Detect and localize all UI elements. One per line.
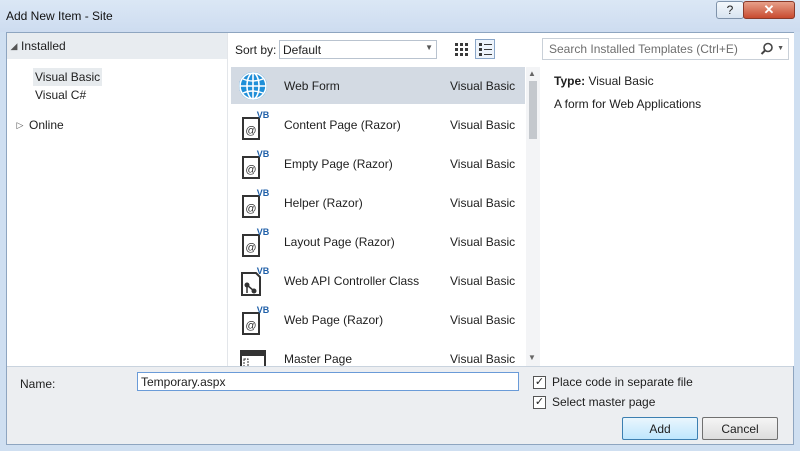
type-label: Type: bbox=[554, 74, 586, 88]
sort-by-label: Sort by: bbox=[235, 43, 277, 57]
dialog-body: ◢ Installed Visual Basic Visual C# ▷ Onl… bbox=[6, 32, 794, 445]
sort-by-value: Default bbox=[283, 42, 322, 57]
svg-text:VB: VB bbox=[257, 305, 269, 315]
name-field[interactable] bbox=[137, 372, 519, 391]
expanded-arrow-icon: ◢ bbox=[10, 40, 18, 51]
template-name: Web Page (Razor) bbox=[284, 313, 384, 327]
template-language: Visual Basic bbox=[450, 157, 516, 171]
scrollbar-thumb[interactable] bbox=[529, 81, 537, 139]
tree-item-visual-csharp[interactable]: Visual C# bbox=[33, 86, 88, 104]
tree-item-label: Visual C# bbox=[35, 88, 87, 102]
svg-text:VB: VB bbox=[257, 188, 269, 198]
vb-razor-page-icon: @ VB bbox=[242, 149, 269, 179]
template-language: Visual Basic bbox=[450, 118, 516, 132]
svg-text:@: @ bbox=[245, 242, 256, 254]
template-list-scrollbar[interactable]: ▲ ▼ bbox=[526, 67, 540, 366]
list-view-icon bbox=[478, 42, 492, 56]
collapsed-arrow-icon: ▷ bbox=[16, 119, 24, 130]
help-icon: ? bbox=[726, 3, 734, 17]
window-title: Add New Item - Site bbox=[6, 9, 113, 23]
help-button[interactable]: ? bbox=[716, 1, 744, 19]
dialog-footer: Name: ✓ Place code in separate file ✓ Se… bbox=[7, 366, 793, 444]
vb-razor-page-icon: @ VB bbox=[242, 227, 269, 257]
place-code-separate-option[interactable]: ✓ Place code in separate file bbox=[533, 375, 693, 389]
tree-item-label: Online bbox=[29, 118, 64, 132]
search-icon[interactable] bbox=[760, 42, 774, 56]
sort-by-select[interactable]: Default ▼ bbox=[279, 40, 437, 59]
scroll-down-arrow-icon[interactable]: ▼ bbox=[528, 353, 536, 362]
name-label: Name: bbox=[20, 377, 56, 391]
tree-item-online[interactable]: ▷ Online bbox=[13, 116, 64, 134]
template-name: Web API Controller Class bbox=[284, 274, 420, 288]
template-language: Visual Basic bbox=[450, 79, 516, 93]
place-code-separate-checkbox[interactable]: ✓ bbox=[533, 375, 546, 389]
add-button[interactable]: Add bbox=[622, 417, 698, 440]
template-name: Layout Page (Razor) bbox=[284, 235, 395, 249]
tree-item-visual-basic[interactable]: Visual Basic bbox=[33, 68, 103, 86]
template-item-helper-razor[interactable]: @ VB Helper (Razor) Visual Basic bbox=[231, 184, 525, 221]
template-item-empty-page-razor[interactable]: @ VB Empty Page (Razor) Visual Basic bbox=[231, 145, 525, 182]
list-toolbar: Sort by: Default ▼ bbox=[229, 33, 540, 65]
vb-controller-class-icon: VB bbox=[241, 266, 269, 296]
template-name: Helper (Razor) bbox=[284, 196, 363, 210]
select-master-page-option[interactable]: ✓ Select master page bbox=[533, 395, 655, 409]
template-list: Web Form Visual Basic @ VB Content Page … bbox=[231, 67, 525, 366]
template-list-pane: Sort by: Default ▼ Web Form Visual Basic… bbox=[229, 33, 540, 366]
template-language: Visual Basic bbox=[450, 313, 516, 327]
tree-item-label: Installed bbox=[21, 39, 66, 53]
svg-text:@: @ bbox=[245, 203, 256, 215]
template-item-web-api-controller-class[interactable]: VB Web API Controller Class Visual Basic bbox=[231, 262, 525, 299]
template-language: Visual Basic bbox=[450, 196, 516, 210]
medium-icons-view-button[interactable] bbox=[451, 39, 471, 59]
template-item-web-page-razor[interactable]: @ VB Web Page (Razor) Visual Basic bbox=[231, 301, 525, 338]
dropdown-caret-icon: ▼ bbox=[425, 43, 433, 52]
title-bar: Add New Item - Site ? ✕ bbox=[0, 0, 800, 32]
template-language: Visual Basic bbox=[450, 235, 516, 249]
search-input[interactable] bbox=[547, 41, 757, 57]
template-name: Empty Page (Razor) bbox=[284, 157, 393, 171]
close-icon: ✕ bbox=[763, 2, 775, 17]
template-item-content-page-razor[interactable]: @ VB Content Page (Razor) Visual Basic bbox=[231, 106, 525, 143]
template-description: A form for Web Applications bbox=[554, 97, 702, 111]
grid-view-icon bbox=[454, 42, 468, 56]
vb-razor-page-icon: @ VB bbox=[242, 188, 269, 218]
template-category-tree: ◢ Installed Visual Basic Visual C# ▷ Onl… bbox=[7, 33, 228, 366]
template-item-web-form[interactable]: Web Form Visual Basic bbox=[231, 67, 525, 104]
template-name: Content Page (Razor) bbox=[284, 118, 401, 132]
template-language: Visual Basic bbox=[450, 352, 516, 366]
svg-text:@: @ bbox=[245, 164, 256, 176]
checkbox-label: Select master page bbox=[552, 395, 656, 409]
template-search-box[interactable]: ▼ bbox=[542, 38, 789, 60]
template-item-master-page[interactable]: Master Page Visual Basic bbox=[231, 340, 525, 366]
svg-text:VB: VB bbox=[257, 227, 269, 237]
checkbox-label: Place code in separate file bbox=[552, 375, 693, 389]
svg-text:@: @ bbox=[245, 125, 256, 137]
vb-razor-page-icon: @ VB bbox=[242, 305, 269, 335]
close-button[interactable]: ✕ bbox=[743, 1, 795, 19]
template-language: Visual Basic bbox=[450, 274, 516, 288]
cancel-button[interactable]: Cancel bbox=[702, 417, 778, 440]
tree-item-installed[interactable]: ◢ Installed bbox=[7, 33, 227, 59]
tree-item-label: Visual Basic bbox=[35, 70, 101, 84]
select-master-page-checkbox[interactable]: ✓ bbox=[533, 395, 546, 409]
master-page-icon bbox=[240, 350, 266, 366]
template-item-layout-page-razor[interactable]: @ VB Layout Page (Razor) Visual Basic bbox=[231, 223, 525, 260]
svg-text:VB: VB bbox=[257, 149, 269, 159]
type-value: Visual Basic bbox=[588, 74, 654, 88]
template-name: Web Form bbox=[284, 79, 340, 93]
template-type: Type: Visual Basic bbox=[554, 74, 654, 88]
svg-text:VB: VB bbox=[257, 110, 269, 120]
template-details-pane: ▼ Type: Visual Basic A form for Web Appl… bbox=[540, 33, 794, 366]
small-icons-view-button[interactable] bbox=[475, 39, 495, 59]
scroll-up-arrow-icon[interactable]: ▲ bbox=[528, 69, 536, 78]
vb-razor-page-icon: @ VB bbox=[242, 110, 269, 140]
template-name: Master Page bbox=[284, 352, 353, 366]
svg-text:@: @ bbox=[245, 320, 256, 332]
svg-text:VB: VB bbox=[257, 266, 269, 276]
dropdown-caret-icon[interactable]: ▼ bbox=[777, 45, 784, 52]
globe-icon bbox=[239, 72, 267, 100]
